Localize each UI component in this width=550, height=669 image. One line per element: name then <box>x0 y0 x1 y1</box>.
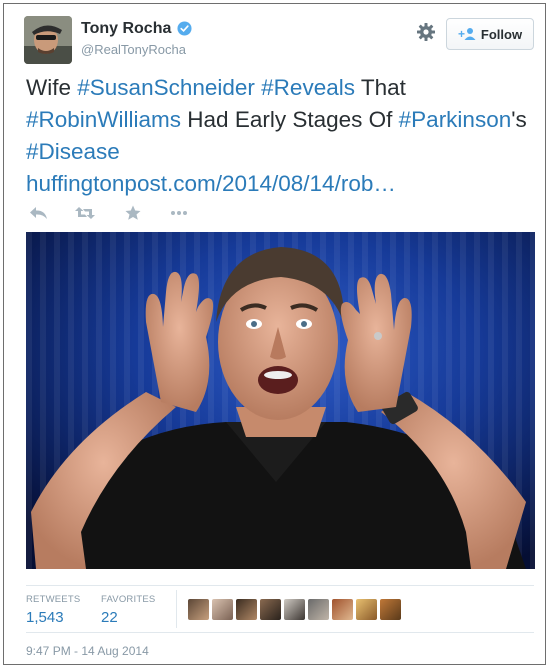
favoriters-avatars <box>188 599 401 620</box>
retweet-icon[interactable] <box>74 204 96 222</box>
tweet-word: 's <box>511 107 527 132</box>
tweet-word: Wife <box>26 75 78 100</box>
favoriter-avatar[interactable] <box>308 599 329 620</box>
add-user-icon: + <box>458 27 476 41</box>
favoriter-avatar[interactable] <box>236 599 257 620</box>
hashtag-reveals[interactable]: #Reveals <box>261 75 355 100</box>
retweets-label: RETWEETS <box>26 594 81 605</box>
stats-divider-bottom <box>26 632 534 633</box>
tweet-link[interactable]: huffingtonpost.com/2014/08/14/rob… <box>26 168 531 200</box>
follow-button[interactable]: + Follow <box>446 18 534 50</box>
favoriter-avatar[interactable] <box>212 599 233 620</box>
stats-separator <box>176 590 177 628</box>
favorites-stat[interactable]: FAVORITES 22 <box>101 594 155 626</box>
gear-icon[interactable] <box>416 22 436 42</box>
favoriter-avatar[interactable] <box>332 599 353 620</box>
favoriter-avatar[interactable] <box>380 599 401 620</box>
tweet-card: Tony Rocha @RealTonyRocha + Follow Wife … <box>3 3 546 665</box>
author-avatar[interactable] <box>24 16 72 64</box>
tweet-text: Wife #SusanSchneider #Reveals That #Robi… <box>26 72 531 200</box>
tweet-word: Had Early Stages Of <box>181 107 399 132</box>
tweet-word: That <box>354 75 406 100</box>
svg-text:+: + <box>458 27 465 41</box>
favorites-count[interactable]: 22 <box>101 609 155 626</box>
author-display-name[interactable]: Tony Rocha <box>81 20 171 38</box>
tweet-timestamp[interactable]: 9:47 PM - 14 Aug 2014 <box>26 644 149 658</box>
reply-icon[interactable] <box>28 204 50 222</box>
hashtag-robinwilliams[interactable]: #RobinWilliams <box>26 107 181 132</box>
stats-divider-top <box>26 585 534 586</box>
favorite-icon[interactable] <box>122 204 144 222</box>
hashtag-susanschneider[interactable]: #SusanSchneider <box>77 75 255 100</box>
favoriter-avatar[interactable] <box>260 599 281 620</box>
retweets-count[interactable]: 1,543 <box>26 609 80 626</box>
favorites-label: FAVORITES <box>101 594 156 605</box>
retweets-stat[interactable]: RETWEETS 1,543 <box>26 594 80 626</box>
favoriter-avatar[interactable] <box>284 599 305 620</box>
hashtag-disease[interactable]: #Disease <box>26 139 120 164</box>
hashtag-parkinson[interactable]: #Parkinson <box>399 107 512 132</box>
favoriter-avatar[interactable] <box>356 599 377 620</box>
more-icon[interactable] <box>168 204 190 222</box>
tweet-photo[interactable] <box>26 232 535 569</box>
favoriter-avatar[interactable] <box>188 599 209 620</box>
verified-badge-icon <box>177 21 192 36</box>
author-handle[interactable]: @RealTonyRocha <box>81 42 186 57</box>
follow-label: Follow <box>480 26 523 42</box>
